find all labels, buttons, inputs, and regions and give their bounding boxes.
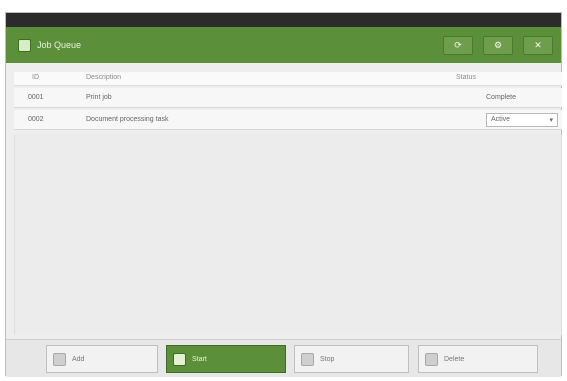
window-top-edge <box>6 13 561 27</box>
window-title: Job Queue <box>37 40 82 50</box>
row-id: 0002 <box>28 116 44 123</box>
title-bar: Job Queue ⟳ ⚙ ✕ <box>6 27 561 63</box>
delete-button[interactable]: Delete <box>418 345 538 373</box>
settings-button[interactable]: ⚙ <box>483 36 513 55</box>
chevron-down-icon: ▾ <box>549 117 553 124</box>
status-select-value: Active <box>491 116 511 123</box>
start-button-label: Start <box>192 355 207 363</box>
column-header-status[interactable]: Status <box>456 74 476 81</box>
list-area <box>14 135 562 335</box>
refresh-button[interactable]: ⟳ <box>443 36 473 55</box>
close-icon: ✕ <box>534 40 542 50</box>
app-window: Job Queue ⟳ ⚙ ✕ ID Description Status 00… <box>5 12 562 377</box>
add-button-label: Add <box>72 355 85 363</box>
stop-icon <box>301 352 314 366</box>
delete-button-label: Delete <box>444 355 465 363</box>
stop-button-label: Stop <box>320 355 335 363</box>
column-header: ID Description Status <box>14 72 562 86</box>
delete-icon <box>425 352 438 366</box>
app-icon <box>18 38 31 52</box>
start-button[interactable]: Start <box>166 345 286 373</box>
row-description: Document processing task <box>86 116 169 123</box>
stop-button[interactable]: Stop <box>294 345 409 373</box>
close-button[interactable]: ✕ <box>523 36 553 55</box>
column-header-id[interactable]: ID <box>32 74 39 81</box>
bottom-toolbar: Add Start Stop Delete <box>6 339 561 377</box>
refresh-icon: ⟳ <box>454 40 462 50</box>
add-icon <box>53 352 66 366</box>
table-row[interactable]: 0002 Document processing task Active ▾ <box>14 110 562 130</box>
column-header-description[interactable]: Description <box>86 74 121 81</box>
add-button[interactable]: Add <box>46 345 158 373</box>
row-status: Complete <box>486 94 516 101</box>
title-bar-buttons: ⟳ ⚙ ✕ <box>443 36 553 55</box>
row-id: 0001 <box>28 94 44 101</box>
table-row[interactable]: 0001 Print job Complete <box>14 88 562 108</box>
play-icon <box>173 352 186 366</box>
settings-icon: ⚙ <box>493 40 503 50</box>
status-select[interactable]: Active ▾ <box>486 113 558 127</box>
row-description: Print job <box>86 94 112 101</box>
